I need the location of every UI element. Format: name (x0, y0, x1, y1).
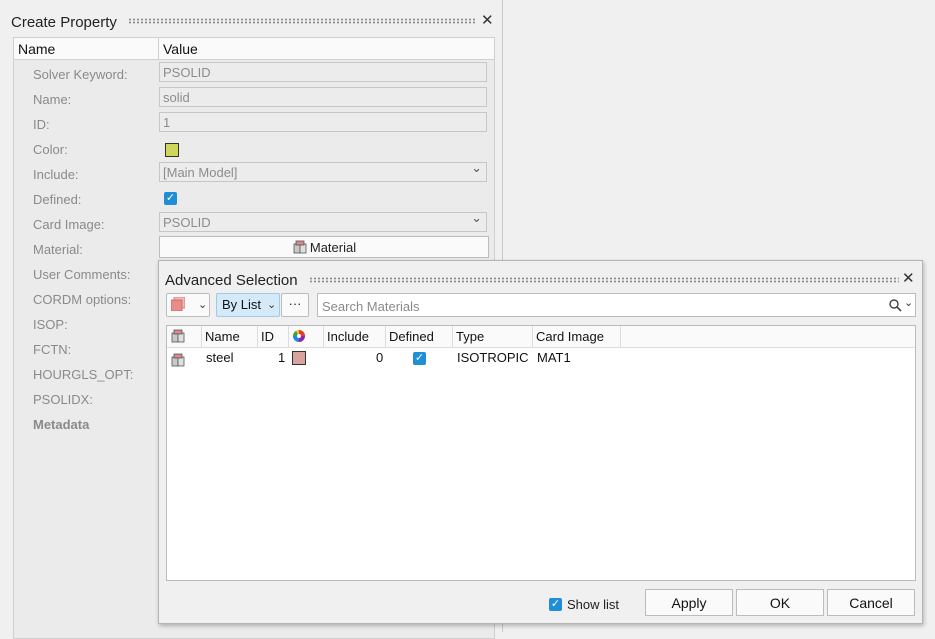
selection-mode-dropdown[interactable]: By List ⌄ (216, 293, 280, 317)
label-psolidx: PSOLIDX: (33, 392, 93, 407)
name-field[interactable]: solid (159, 87, 487, 107)
chevron-down-icon: ⌄ (267, 299, 277, 311)
row-defined-checkbox[interactable]: ✓ (413, 352, 426, 365)
material-icon (171, 353, 185, 367)
chevron-down-icon: ⌄ (198, 299, 208, 311)
column-header-type[interactable]: Type (453, 326, 533, 347)
advanced-selection-title: Advanced Selection (165, 272, 298, 289)
search-icon[interactable] (889, 299, 902, 312)
label-id: ID: (33, 117, 50, 132)
show-list-checkbox[interactable]: ✓ (549, 598, 562, 611)
label-defined: Defined: (33, 192, 82, 207)
row-card-image: MAT1 (537, 350, 571, 365)
material-table: Name ID Include Defined Type Card Image (166, 325, 916, 581)
row-color-swatch[interactable] (292, 351, 306, 365)
material-table-header: Name ID Include Defined Type Card Image (167, 326, 915, 348)
close-icon[interactable]: ✕ (902, 271, 915, 286)
selection-mode-label: By List (222, 297, 262, 312)
column-header-color[interactable] (289, 326, 324, 347)
id-field[interactable]: 1 (159, 112, 487, 132)
label-user-comments: User Comments: (33, 267, 131, 282)
column-header-card-image[interactable]: Card Image (533, 326, 621, 347)
label-metadata: Metadata (33, 417, 90, 432)
defined-checkbox[interactable]: ✓ (164, 192, 177, 205)
cancel-button[interactable]: Cancel (827, 589, 915, 616)
color-swatch[interactable] (165, 143, 179, 157)
label-material: Material: (33, 242, 83, 257)
advanced-selection-dialog: Advanced Selection ✕ ⌄ By List ⌄ ··· ⌄ (158, 260, 923, 624)
search-box[interactable]: ⌄ (317, 293, 916, 317)
column-header-name[interactable]: Name (202, 326, 258, 347)
include-select[interactable]: [Main Model] (159, 160, 487, 182)
more-options-label: ··· (288, 296, 302, 311)
column-header-defined[interactable]: Defined (386, 326, 453, 347)
column-header-id[interactable]: ID (258, 326, 289, 347)
label-name: Name: (33, 92, 72, 107)
apply-button[interactable]: Apply (645, 589, 733, 616)
entity-selector-button[interactable]: ⌄ (166, 293, 210, 317)
create-property-title-bar[interactable]: Create Property ✕ (0, 0, 502, 32)
label-fctn: FCTN: (33, 342, 72, 357)
card-image-select[interactable]: PSOLID (159, 210, 487, 232)
chevron-down-icon[interactable]: ⌄ (904, 296, 913, 309)
column-header-value[interactable]: Value (163, 41, 198, 57)
solver-keyword-field: PSOLID (159, 62, 487, 82)
search-input[interactable] (320, 296, 884, 316)
column-header-entity[interactable] (167, 326, 202, 347)
label-cordm-options: CORDM options: (33, 292, 132, 307)
column-header-name[interactable]: Name (18, 41, 55, 57)
material-button-label: Material (309, 239, 357, 255)
property-table-header: Name Value (14, 38, 494, 60)
table-row[interactable]: steel 1 0 ✓ ISOTROPIC MAT1 (167, 348, 915, 368)
create-property-title: Create Property (11, 14, 117, 31)
row-id: 1 (278, 350, 286, 365)
label-isop: ISOP: (33, 317, 68, 332)
title-grip[interactable] (128, 18, 476, 24)
material-button[interactable]: Material (159, 236, 489, 258)
show-list-label: Show list (567, 597, 620, 612)
dialog-title-grip[interactable] (309, 277, 899, 283)
material-icon (293, 240, 307, 254)
label-include: Include: (33, 167, 79, 182)
color-wheel-icon (293, 330, 305, 342)
column-header-include[interactable]: Include (324, 326, 386, 347)
label-solver-keyword: Solver Keyword: (33, 67, 128, 82)
row-include: 0 (376, 350, 384, 365)
more-options-button[interactable]: ··· (281, 293, 309, 317)
row-type: ISOTROPIC (457, 350, 529, 365)
material-icon (171, 329, 185, 343)
label-color: Color: (33, 142, 68, 157)
label-card-image: Card Image: (33, 217, 105, 232)
row-name: steel (206, 350, 234, 365)
entity-selector-icon (171, 297, 185, 311)
ok-button[interactable]: OK (736, 589, 824, 616)
label-hourgls-opt: HOURGLS_OPT: (33, 367, 134, 382)
close-icon[interactable]: ✕ (481, 13, 494, 28)
